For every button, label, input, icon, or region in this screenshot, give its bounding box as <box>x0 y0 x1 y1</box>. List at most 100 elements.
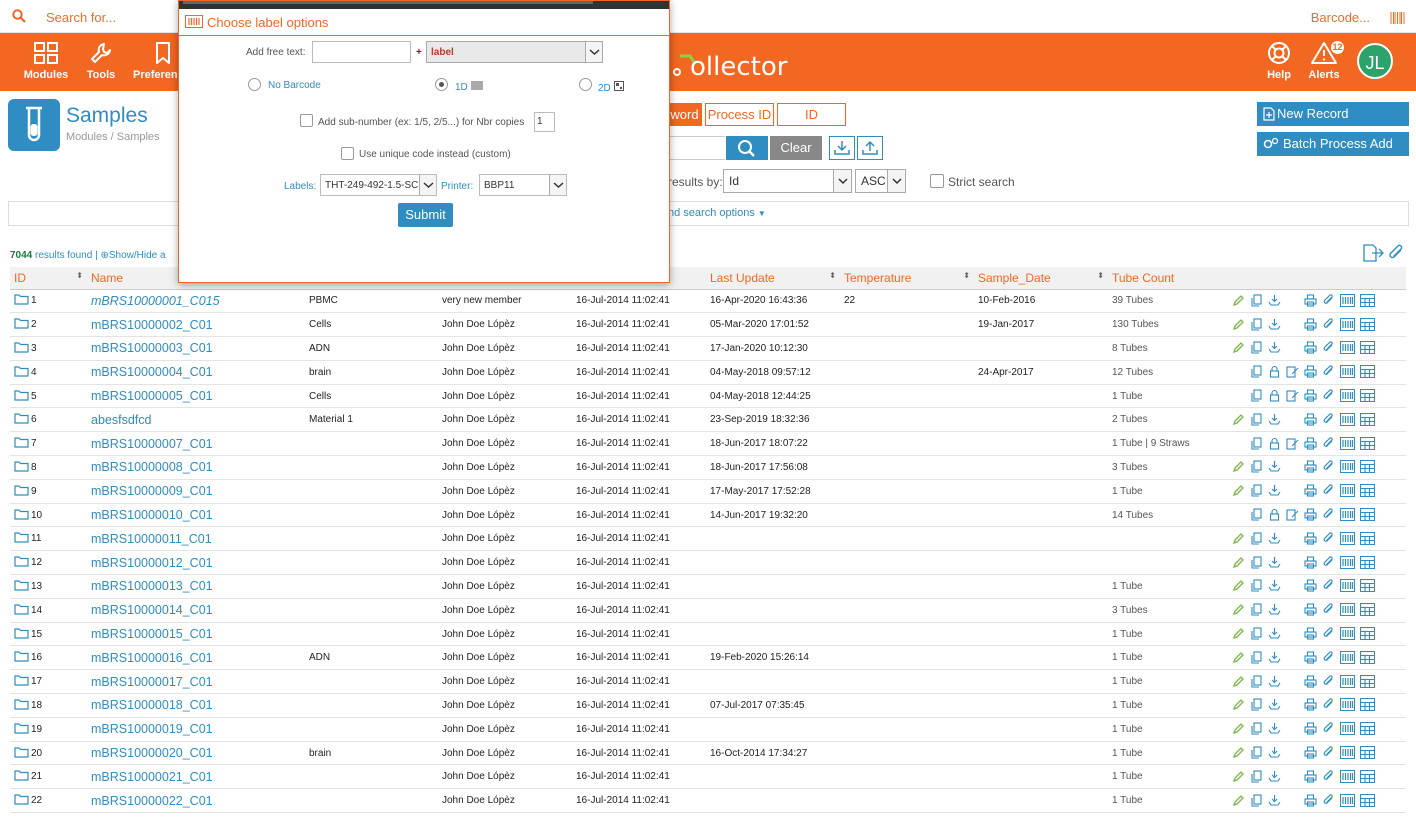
cell-id[interactable]: 20 <box>10 741 87 766</box>
radio-2d[interactable] <box>579 78 592 91</box>
barcode-icon[interactable] <box>1340 531 1360 546</box>
barcode-icon[interactable] <box>1340 555 1360 570</box>
folder-icon[interactable] <box>14 793 29 808</box>
copy-icon[interactable] <box>1250 675 1268 689</box>
table-row[interactable]: 18 mBRS10000018_C01 John Doe Lópèz 16-Jul-2… <box>10 693 1406 718</box>
print-icon[interactable] <box>1304 627 1322 641</box>
user-avatar[interactable]: JL <box>1357 43 1393 79</box>
cell-name[interactable]: mBRS10000002_C01 <box>87 312 305 338</box>
copy-icon[interactable] <box>1250 556 1268 570</box>
copy-icon[interactable] <box>1250 579 1268 593</box>
storage-grid-icon[interactable] <box>1359 293 1380 308</box>
cell-name[interactable]: mBRS10000018_C01 <box>87 693 305 718</box>
print-icon[interactable] <box>1304 318 1322 332</box>
download-tray-icon[interactable] <box>1268 580 1286 593</box>
col-header-temperature[interactable]: Temperature ⬍ <box>840 267 974 290</box>
batch-process-add-button[interactable]: Batch Process Add <box>1257 132 1409 156</box>
paperclip-icon[interactable] <box>1322 341 1340 355</box>
cell-name[interactable]: mBRS10000003_C01 <box>87 336 305 361</box>
radio-no-barcode[interactable] <box>248 78 261 91</box>
new-record-button[interactable]: New Record <box>1257 102 1409 126</box>
paperclip-icon[interactable] <box>1322 484 1340 498</box>
cell-name[interactable]: mBRS10000019_C01 <box>87 717 305 742</box>
barcode-icon[interactable] <box>1340 698 1360 712</box>
nav-preferences[interactable]: Preferen <box>130 33 178 91</box>
nav-help[interactable]: Help <box>1262 33 1296 91</box>
upload-button[interactable] <box>857 136 883 160</box>
unique-code-checkbox[interactable] <box>341 147 354 160</box>
barcode-icon[interactable] <box>1340 389 1360 403</box>
free-text-input[interactable] <box>312 41 411 63</box>
copy-icon[interactable] <box>1250 508 1268 522</box>
download-tray-icon[interactable] <box>1268 318 1286 332</box>
paperclip-icon[interactable] <box>1322 555 1340 570</box>
copy-icon[interactable] <box>1250 651 1268 665</box>
barcode-icon[interactable] <box>1340 769 1360 784</box>
edit-icon[interactable] <box>1232 604 1250 617</box>
print-icon[interactable] <box>1304 437 1322 451</box>
sort-order-select[interactable]: ASC <box>855 169 906 193</box>
storage-grid-icon[interactable] <box>1359 412 1380 427</box>
storage-grid-icon[interactable] <box>1359 365 1380 379</box>
lock-icon[interactable] <box>1268 509 1286 522</box>
advanced-search-toggle[interactable]: nd search options ▼ <box>668 207 766 219</box>
barcode-icon[interactable] <box>1340 293 1360 308</box>
edit-icon[interactable] <box>1232 699 1250 712</box>
storage-grid-icon[interactable] <box>1359 389 1380 403</box>
barcode-input[interactable]: Barcode... <box>1311 10 1370 25</box>
radio-1d[interactable] <box>435 78 448 91</box>
cell-name[interactable]: mBRS10000005_C01 <box>87 384 305 409</box>
table-row[interactable]: 4 mBRS10000004_C01 brain John Doe Lópèz 16-J… <box>10 360 1406 385</box>
edit-icon[interactable] <box>1232 461 1250 474</box>
barcode-icon[interactable] <box>1340 793 1360 808</box>
download-tray-icon[interactable] <box>1268 461 1286 474</box>
cell-name[interactable]: mBRS10000013_C01 <box>87 574 305 599</box>
print-icon[interactable] <box>1304 484 1322 498</box>
folder-icon[interactable] <box>14 531 29 546</box>
cell-id[interactable]: 21 <box>10 764 87 790</box>
cell-name[interactable]: mBRS10000008_C01 <box>87 455 305 480</box>
cell-name[interactable]: mBRS10000014_C01 <box>87 598 305 623</box>
cell-id[interactable]: 13 <box>10 574 87 599</box>
copy-icon[interactable] <box>1250 341 1268 355</box>
cell-id[interactable]: 2 <box>10 312 87 338</box>
download-tray-icon[interactable] <box>1268 651 1286 665</box>
copy-icon[interactable] <box>1250 746 1268 760</box>
paperclip-icon[interactable] <box>1322 294 1340 308</box>
storage-grid-icon[interactable] <box>1359 793 1380 808</box>
cell-id[interactable]: 3 <box>10 336 87 361</box>
copy-icon[interactable] <box>1250 318 1268 332</box>
edit-icon[interactable] <box>1232 747 1250 760</box>
cell-id[interactable]: 8 <box>10 455 87 480</box>
paperclip-icon[interactable] <box>1322 722 1340 736</box>
cell-id[interactable]: 14 <box>10 598 87 623</box>
folder-icon[interactable] <box>14 365 29 380</box>
barcode-icon[interactable] <box>1340 436 1360 451</box>
paperclip-icon[interactable] <box>1387 244 1405 267</box>
folder-icon[interactable] <box>14 603 29 618</box>
edit-icon[interactable] <box>1232 675 1250 689</box>
labels-select[interactable]: THT-249-492-1.5-SC <box>320 174 437 196</box>
print-icon[interactable] <box>1304 341 1322 355</box>
download-tray-icon[interactable] <box>1268 747 1286 760</box>
print-icon[interactable] <box>1304 794 1322 808</box>
copy-icon[interactable] <box>1250 532 1268 546</box>
cell-id[interactable]: 6 <box>10 407 87 433</box>
sign-icon[interactable] <box>1286 390 1304 403</box>
lock-icon[interactable] <box>1268 437 1286 451</box>
cell-name[interactable]: mBRS10000017_C01 <box>87 669 305 695</box>
edit-icon[interactable] <box>1232 794 1250 808</box>
barcode-icon[interactable] <box>1340 341 1360 355</box>
storage-grid-icon[interactable] <box>1359 531 1380 546</box>
tab-id[interactable]: ID <box>777 103 846 126</box>
folder-icon[interactable] <box>14 412 29 427</box>
download-tray-icon[interactable] <box>1268 413 1286 427</box>
cell-id[interactable]: 12 <box>10 550 87 576</box>
cell-id[interactable]: 1 <box>10 289 87 314</box>
download-tray-icon[interactable] <box>1268 699 1286 712</box>
barcode-icon[interactable] <box>1340 484 1360 498</box>
paperclip-icon[interactable] <box>1322 579 1340 593</box>
cell-name[interactable]: mBRS10000011_C01 <box>87 526 305 552</box>
cell-id[interactable]: 18 <box>10 693 87 718</box>
cell-name[interactable]: mBRS10000001_C015 <box>87 289 305 314</box>
